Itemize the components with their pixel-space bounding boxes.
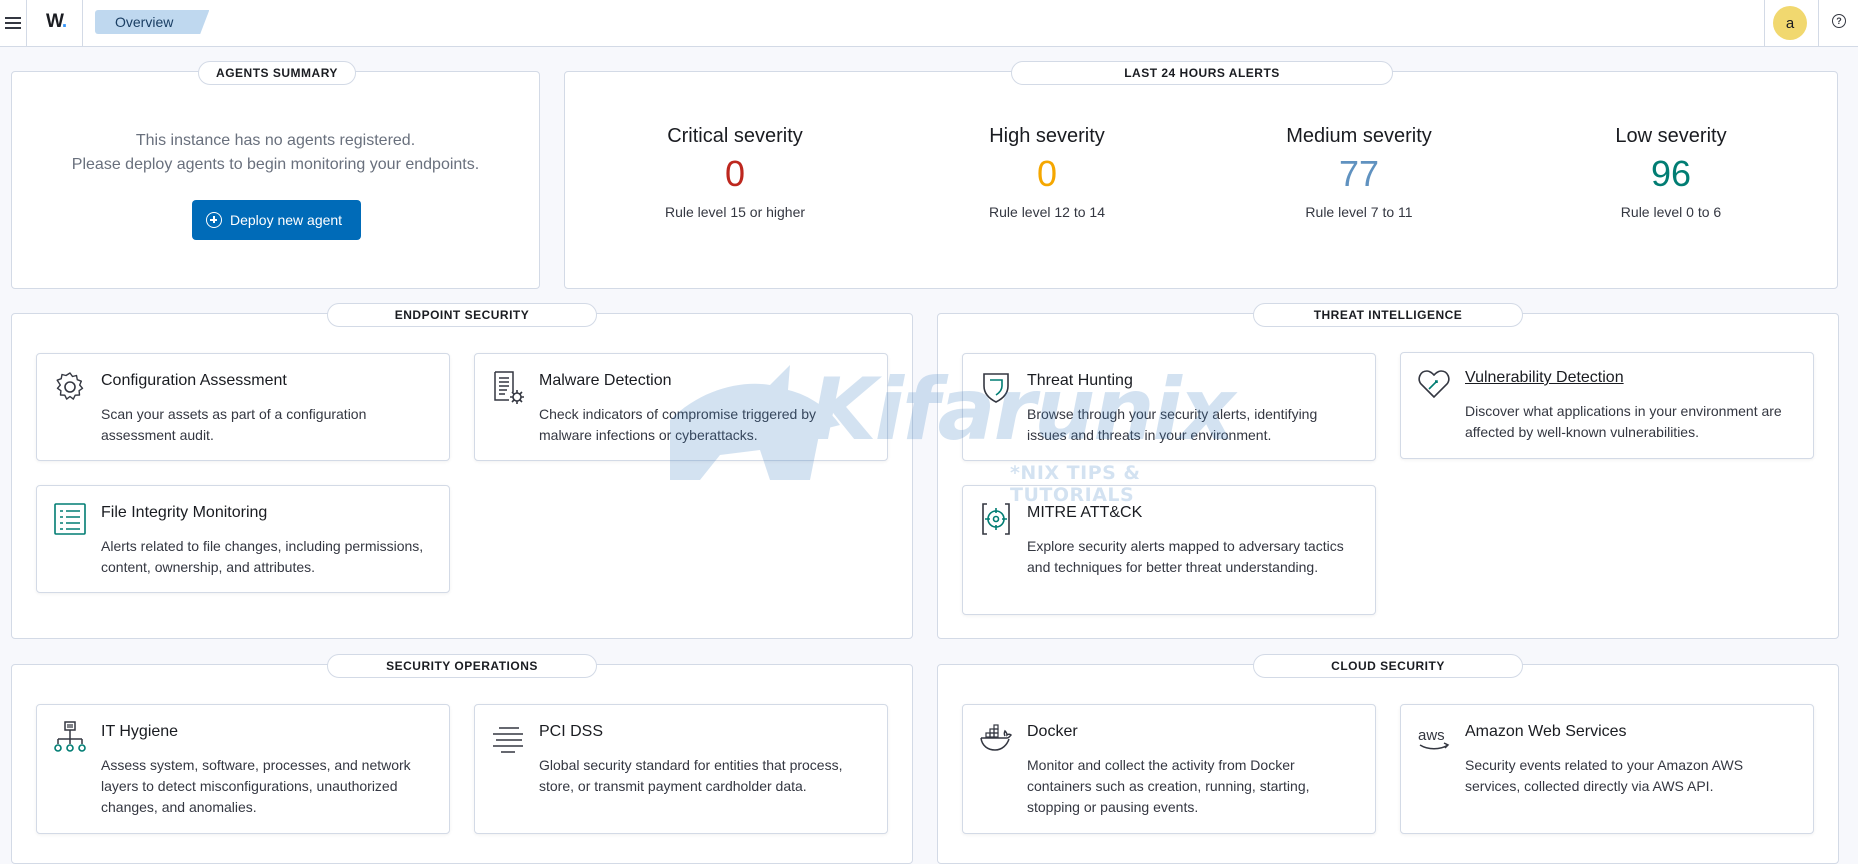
card-vulnerability-detection[interactable]: Vulnerability Detection Discover what ap…	[1400, 352, 1814, 459]
card-title: MITRE ATT&CK	[1027, 504, 1143, 521]
card-description: Monitor and collect the activity from Do…	[1027, 757, 1310, 815]
divider	[26, 0, 27, 46]
card-description: Assess system, software, processes, and …	[101, 757, 411, 815]
severity-rule-range: Rule level 15 or higher	[664, 204, 806, 220]
severity-count[interactable]: 96	[1541, 152, 1801, 196]
card-title: PCI DSS	[539, 723, 604, 740]
card-description: Discover what applications in your envir…	[1465, 403, 1782, 440]
card-pci-dss[interactable]: PCI DSS Global security standard for ent…	[474, 704, 888, 834]
card-title: IT Hygiene	[101, 723, 179, 740]
severity-label: Low severity	[1615, 125, 1727, 147]
alerts-title: LAST 24 HOURS ALERTS	[1011, 61, 1393, 85]
card-description: Browse through your security alerts, ide…	[1027, 406, 1318, 443]
card-malware-detection[interactable]: Malware Detection Check indicators of co…	[474, 353, 888, 461]
plus-circle-icon	[206, 212, 222, 228]
help-icon[interactable]: ?	[1832, 14, 1846, 28]
malware-report-icon	[494, 371, 524, 404]
card-title: File Integrity Monitoring	[101, 504, 268, 521]
card-threat-hunting[interactable]: Threat Hunting Browse through your secur…	[962, 353, 1376, 461]
card-description: Check indicators of compromise triggered…	[539, 406, 817, 443]
endpoint-security-title: ENDPOINT SECURITY	[327, 303, 597, 327]
security-operations-title: SECURITY OPERATIONS	[327, 654, 597, 678]
card-it-hygiene[interactable]: IT Hygiene Assess system, software, proc…	[36, 704, 450, 834]
severity-count[interactable]: 0	[605, 152, 865, 196]
card-title: Malware Detection	[539, 372, 672, 389]
gear-icon	[56, 372, 84, 400]
user-avatar[interactable]: a	[1773, 6, 1807, 40]
severity-rule-range: Rule level 12 to 14	[989, 204, 1105, 220]
alert-severity-0: Critical severity 0 Rule level 15 or highe…	[605, 124, 865, 220]
breadcrumb-overview[interactable]: Overview	[95, 10, 210, 34]
card-amazon-web-services[interactable]: aws Amazon Web Services Security events …	[1400, 704, 1814, 834]
agents-summary-panel: AGENTS SUMMARY This instance has no agen…	[11, 61, 540, 289]
heart-shield-icon	[1418, 370, 1450, 399]
agents-summary-title: AGENTS SUMMARY	[198, 61, 356, 85]
target-icon	[982, 503, 1010, 535]
divider	[1764, 0, 1765, 46]
card-description: Explore security alerts mapped to advers…	[1027, 538, 1344, 575]
deploy-new-agent-button[interactable]: Deploy new agent	[192, 200, 361, 240]
no-agents-message: This instance has no agents registered.	[135, 132, 416, 149]
divider	[1818, 0, 1819, 46]
card-title[interactable]: Vulnerability Detection	[1465, 369, 1624, 387]
card-configuration-assessment[interactable]: Configuration Assessment Scan your asset…	[36, 353, 450, 461]
card-description: Global security standard for entities th…	[539, 757, 843, 794]
cloud-security-title: CLOUD SECURITY	[1253, 654, 1523, 678]
alert-severity-3: Low severity 96 Rule level 0 to 6	[1541, 124, 1801, 220]
alert-severity-2: Medium severity 77 Rule level 7 to 11	[1229, 124, 1489, 220]
lines-icon	[493, 727, 523, 753]
card-file-integrity-monitoring[interactable]: File Integrity Monitoring Alerts related…	[36, 485, 450, 593]
deploy-agents-hint: Please deploy agents to begin monitoring…	[71, 156, 480, 173]
docker-icon	[980, 724, 1013, 751]
alert-severity-1: High severity 0 Rule level 12 to 14	[917, 124, 1177, 220]
wazuh-logo[interactable]: W.	[46, 11, 67, 33]
severity-rule-range: Rule level 7 to 11	[1305, 204, 1413, 220]
card-title: Configuration Assessment	[101, 372, 287, 389]
shield-icon	[983, 373, 1009, 403]
severity-count[interactable]: 77	[1229, 152, 1489, 196]
card-description: Scan your assets as part of a configurat…	[101, 406, 367, 443]
severity-rule-range: Rule level 0 to 6	[1620, 204, 1722, 220]
file-list-icon	[54, 503, 86, 535]
card-docker[interactable]: Docker Monitor and collect the activity …	[962, 704, 1376, 834]
aws-icon: aws	[1418, 727, 1450, 750]
divider	[82, 0, 83, 46]
severity-label: Critical severity	[667, 125, 803, 147]
severity-label: Medium severity	[1286, 125, 1432, 147]
top-bar: W. Overview a ?	[0, 0, 1858, 47]
svg-text:aws: aws	[1418, 727, 1445, 744]
severity-count[interactable]: 0	[917, 152, 1177, 196]
card-mitre-attack[interactable]: MITRE ATT&CK Explore security alerts map…	[962, 485, 1376, 615]
hamburger-menu-icon[interactable]	[0, 0, 26, 46]
card-title: Amazon Web Services	[1465, 723, 1627, 740]
card-title: Threat Hunting	[1027, 372, 1133, 389]
threat-intelligence-title: THREAT INTELLIGENCE	[1253, 303, 1523, 327]
card-description: Alerts related to file changes, includin…	[101, 538, 424, 575]
card-title: Docker	[1027, 723, 1078, 740]
network-tree-icon	[54, 721, 86, 752]
alerts-panel: LAST 24 HOURS ALERTS Critical severity 0 R…	[564, 61, 1838, 289]
severity-label: High severity	[989, 125, 1105, 147]
card-description: Security events related to your Amazon A…	[1465, 757, 1744, 794]
deploy-button-label: Deploy new agent	[230, 212, 343, 228]
